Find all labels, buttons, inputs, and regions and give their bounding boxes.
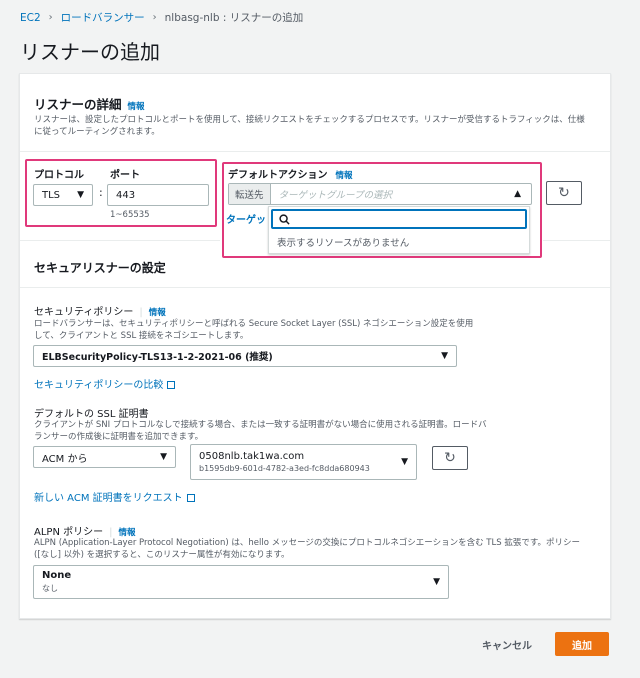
dropdown-search-input[interactable] [271,209,527,229]
breadcrumb: EC2 › ロードバランサー › nlbasg-nlb : リスナーの追加 [20,10,303,25]
breadcrumb-separator: › [152,12,157,23]
security-policy-description: ロードバランサーは、セキュリティポリシーと呼ばれる Secure Socket … [34,319,474,341]
divider [20,287,610,288]
compare-policies-text: セキュリティポリシーの比較 [34,380,164,391]
listener-details-title: リスナーの詳細 [34,97,122,112]
refresh-icon: ↻ [558,185,570,201]
listener-description: リスナーは、設定したプロトコルとポートを使用して、接続リクエストをチェックするプ… [34,115,585,137]
page-title: リスナーの追加 [20,40,160,64]
external-link-icon [167,381,176,389]
target-group-dropdown: 表示するリソースがありません [268,206,530,254]
alpn-value-main: None [42,570,72,581]
target-group-select[interactable]: 転送先 ターゲットグループの選択 ▲ [228,183,532,205]
port-hint: 1~65535 [110,210,150,220]
target-group-link[interactable]: ターゲッ [226,211,266,226]
certificate-name: 0508nlb.tak1wa.com [199,451,305,462]
port-label: ポート [110,170,140,181]
colon: : [99,186,103,199]
alpn-value-sub: なし [42,584,58,593]
breadcrumb-ec2[interactable]: EC2 [20,12,41,24]
security-policy-label: セキュリティポリシー [34,307,134,318]
external-link-icon [186,494,195,502]
compare-policies-link[interactable]: セキュリティポリシーの比較 [34,376,176,391]
ssl-cert-label: デフォルトの SSL 証明書 [34,409,149,420]
caret-down-icon: ▼ [433,577,440,587]
request-cert-link[interactable]: 新しい ACM 証明書をリクエスト [34,489,195,504]
caret-down-icon: ▼ [401,457,408,467]
add-button[interactable]: 追加 [555,632,609,656]
security-policy-header: セキュリティポリシー | 情報 [34,303,166,318]
target-group-placeholder: ターゲットグループの選択 [278,190,392,201]
caret-down-icon: ▼ [441,351,448,361]
caret-up-icon: ▲ [514,189,521,199]
caret-down-icon: ▼ [77,190,84,200]
certificate-value: 0508nlb.tak1wa.com b1595db9-601d-4782-a3… [199,451,370,473]
info-link[interactable]: 情報 [128,100,145,112]
breadcrumb-load-balancers[interactable]: ロードバランサー [61,10,145,25]
listener-details-header: リスナーの詳細 情報 [34,94,145,113]
breadcrumb-separator: › [48,12,53,23]
alpn-description: ALPN (Application-Layer Protocol Negotia… [34,538,580,560]
alpn-header: ALPN ポリシー | 情報 [34,523,136,538]
default-action-label: デフォルトアクション [228,170,328,181]
alpn-value: None なし [42,570,71,594]
cert-refresh-button[interactable]: ↻ [432,446,468,470]
port-input[interactable]: 443 [107,184,209,206]
protocol-value: TLS [42,189,61,201]
cancel-button[interactable]: キャンセル [482,637,532,652]
ssl-cert-description: クライアントが SNI プロトコルなしで接続する場合、または一致する証明書がない… [34,420,487,442]
secure-listener-title: セキュアリスナーの設定 [34,261,166,275]
refresh-icon: ↻ [444,450,456,466]
divider [20,151,610,152]
default-action-info-link[interactable]: 情報 [336,169,353,181]
security-policy-value: ELBSecurityPolicy-TLS13-1-2-2021-06 (推奨) [42,352,273,363]
cert-source-select[interactable]: ACM から ▼ [33,446,176,468]
security-policy-select[interactable]: ELBSecurityPolicy-TLS13-1-2-2021-06 (推奨)… [33,345,457,367]
protocol-select[interactable]: TLS ▼ [33,184,93,206]
alpn-label: ALPN ポリシー [34,527,104,538]
forward-to-label: 転送先 [229,184,271,204]
caret-down-icon: ▼ [160,452,167,462]
alpn-select[interactable]: None なし ▼ [33,565,449,599]
port-value: 443 [116,189,136,201]
cert-source-value: ACM から [42,453,88,465]
certificate-id: b1595db9-601d-4782-a3ed-fc8dda680943 [199,464,370,473]
security-policy-info-link[interactable]: 情報 [149,306,166,318]
breadcrumb-current: nlbasg-nlb : リスナーの追加 [164,12,304,24]
no-resources-text: 表示するリソースがありません [277,238,410,249]
request-cert-text: 新しい ACM 証明書をリクエスト [34,493,183,504]
search-icon [279,213,290,225]
default-action-header: デフォルトアクション 情報 [228,166,353,181]
divider [20,240,220,241]
certificate-select[interactable]: 0508nlb.tak1wa.com b1595db9-601d-4782-a3… [190,444,417,480]
refresh-button[interactable]: ↻ [546,181,582,205]
divider [543,240,610,241]
separator-bar: | [139,307,143,318]
protocol-label: プロトコル [34,170,84,181]
